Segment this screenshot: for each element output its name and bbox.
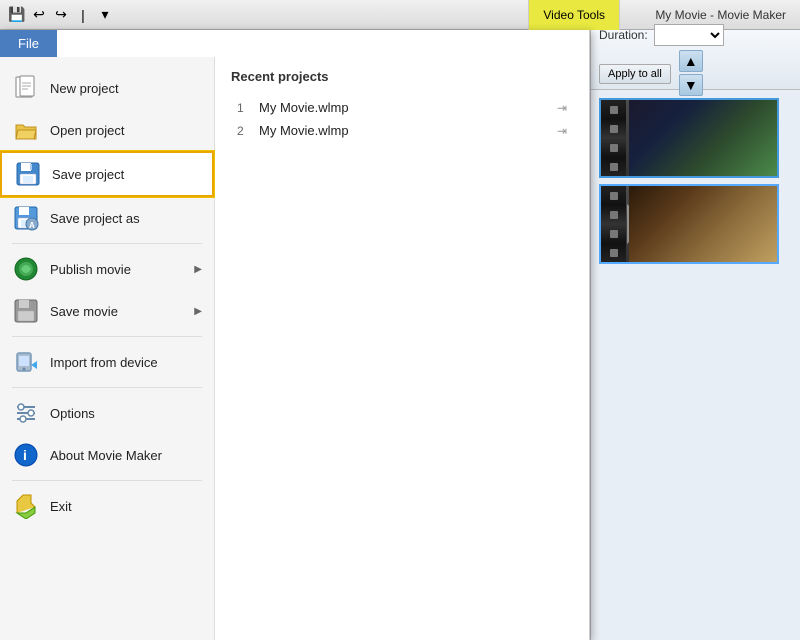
extra-icon[interactable]: ▾ — [96, 6, 114, 24]
import-from-device-label: Import from device — [50, 355, 158, 370]
menu-item-publish-movie[interactable]: Publish movie ▶ — [0, 248, 214, 290]
film-hole — [610, 163, 618, 171]
menu-item-import-from-device[interactable]: Import from device — [0, 341, 214, 383]
save-project-icon — [14, 160, 42, 188]
thumbnails-area — [591, 90, 800, 272]
thumb-content-2 — [629, 186, 777, 262]
menu-item-exit[interactable]: Exit — [0, 485, 214, 527]
thumb-content-1 — [629, 100, 777, 176]
save-project-as-label: Save project as — [50, 211, 140, 226]
menu-body: New project Open project — [0, 57, 589, 640]
exit-label: Exit — [50, 499, 72, 514]
film-hole — [610, 125, 618, 133]
right-toolbar: Duration: Apply to all ▲ ▼ — [591, 30, 800, 90]
separator-1 — [12, 243, 202, 244]
redo-icon[interactable]: ↪ — [52, 6, 70, 24]
right-panel: Duration: Apply to all ▲ ▼ — [590, 30, 800, 640]
film-hole — [610, 249, 618, 257]
recent-num-2: 2 — [237, 124, 251, 138]
recent-name-2: My Movie.wlmp — [259, 123, 549, 138]
new-project-label: New project — [50, 81, 119, 96]
film-hole — [610, 106, 618, 114]
save-movie-icon — [12, 297, 40, 325]
publish-movie-icon — [12, 255, 40, 283]
film-hole — [610, 211, 618, 219]
up-icon[interactable]: ▲ — [679, 50, 703, 72]
film-hole — [610, 230, 618, 238]
film-hole — [610, 192, 618, 200]
apply-to-all-button[interactable]: Apply to all — [599, 64, 671, 84]
menu-items-list: New project Open project — [0, 57, 215, 640]
menu-item-save-project[interactable]: Save project — [0, 151, 214, 197]
separator-2 — [12, 336, 202, 337]
separator-icon: | — [74, 6, 92, 24]
recent-pin-1: ⇥ — [557, 101, 567, 115]
about-icon: i — [12, 441, 40, 469]
separator-3 — [12, 387, 202, 388]
thumb-image-2 — [629, 186, 777, 262]
open-project-label: Open project — [50, 123, 124, 138]
film-strip-1 — [601, 100, 626, 176]
open-project-icon — [12, 116, 40, 144]
menu-item-save-movie[interactable]: Save movie ▶ — [0, 290, 214, 332]
recent-projects-panel: Recent projects 1 My Movie.wlmp ⇥ 2 My M… — [215, 57, 589, 640]
video-tools-label: Video Tools — [543, 8, 605, 22]
recent-name-1: My Movie.wlmp — [259, 100, 549, 115]
menu-item-options[interactable]: Options — [0, 392, 214, 434]
thumbnail-item-1[interactable] — [599, 98, 779, 178]
file-tab[interactable]: File — [0, 30, 57, 57]
separator-4 — [12, 480, 202, 481]
save-toolbar-icon[interactable]: 💾 — [8, 6, 26, 24]
film-hole — [610, 144, 618, 152]
menu-item-about[interactable]: i About Movie Maker — [0, 434, 214, 476]
film-strip-2 — [601, 186, 626, 262]
svg-text:i: i — [23, 447, 27, 463]
recent-project-item-1[interactable]: 1 My Movie.wlmp ⇥ — [231, 96, 573, 119]
publish-movie-arrow: ▶ — [194, 264, 202, 275]
save-project-label: Save project — [52, 167, 124, 182]
options-icon — [12, 399, 40, 427]
options-label: Options — [50, 406, 95, 421]
recent-pin-2: ⇥ — [557, 124, 567, 138]
menu-item-new-project[interactable]: New project — [0, 67, 214, 109]
menu-item-save-project-as[interactable]: A Save project as — [0, 197, 214, 239]
new-project-icon — [12, 74, 40, 102]
save-movie-label: Save movie — [50, 304, 118, 319]
thumb-image-1 — [629, 100, 777, 176]
duration-select[interactable] — [654, 24, 724, 46]
down-icon[interactable]: ▼ — [679, 74, 703, 96]
file-menu-overlay: File New project — [0, 30, 590, 640]
toolbar-icons: 💾 ↩ ↪ | ▾ — [0, 6, 122, 24]
recent-projects-title: Recent projects — [231, 69, 573, 84]
about-label: About Movie Maker — [50, 448, 162, 463]
undo-icon[interactable]: ↩ — [30, 6, 48, 24]
thumbnail-item-2[interactable] — [599, 184, 779, 264]
exit-icon — [12, 492, 40, 520]
save-movie-arrow: ▶ — [194, 306, 202, 317]
menu-item-open-project[interactable]: Open project — [0, 109, 214, 151]
svg-text:A: A — [29, 221, 35, 230]
import-device-icon — [12, 348, 40, 376]
save-project-as-icon: A — [12, 204, 40, 232]
recent-project-item-2[interactable]: 2 My Movie.wlmp ⇥ — [231, 119, 573, 142]
publish-movie-label: Publish movie — [50, 262, 131, 277]
recent-num-1: 1 — [237, 101, 251, 115]
duration-label: Duration: — [599, 28, 648, 42]
